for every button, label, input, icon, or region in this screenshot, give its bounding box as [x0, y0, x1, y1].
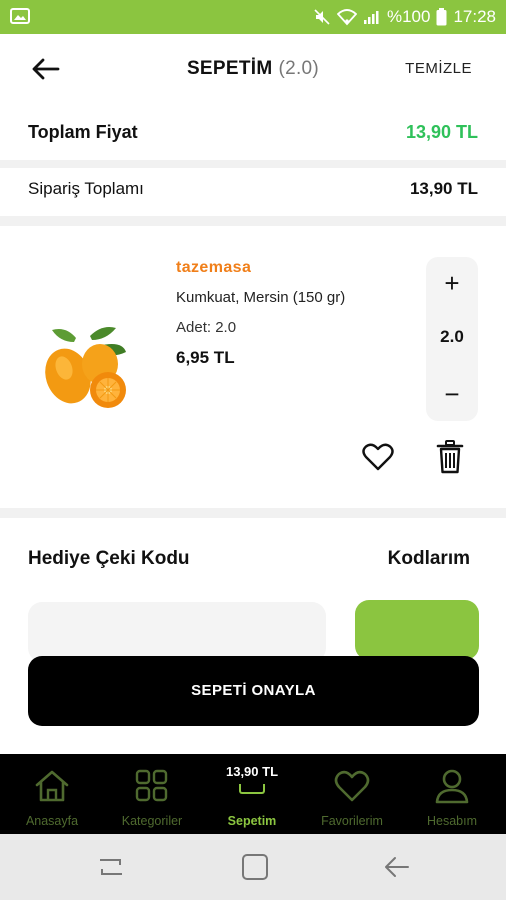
- confirm-cart-button[interactable]: SEPETİ ONAYLA: [28, 656, 479, 726]
- nav-item-favorites[interactable]: Favorilerim: [302, 762, 402, 830]
- page-title-text: SEPETİM: [186, 58, 273, 79]
- order-total-value: 13,90 TL: [409, 179, 478, 198]
- status-bar: %100 17:28: [0, 0, 506, 34]
- product-brand: tazemasa: [176, 259, 252, 276]
- bottom-navigation: Anasayfa Kategoriler 13,90 TL Sepetim Fa…: [0, 754, 506, 834]
- increase-quantity-button[interactable]: +: [426, 267, 478, 299]
- apply-gift-code-button[interactable]: [355, 600, 479, 660]
- cart-item: tazemasa Kumkuat, Mersin (150 gr) Adet: …: [0, 226, 506, 508]
- clear-cart-button[interactable]: TEMİZLE: [405, 60, 472, 77]
- divider: [0, 160, 506, 168]
- home-icon: [32, 766, 72, 806]
- quantity-value: 2.0: [440, 327, 464, 346]
- nav-item-categories[interactable]: Kategoriler: [102, 762, 202, 830]
- product-price: 6,95 TL: [176, 348, 235, 367]
- order-total-label: Sipariş Toplamı: [28, 179, 144, 198]
- battery-icon: [436, 8, 447, 26]
- clock: 17:28: [453, 7, 496, 26]
- divider: [0, 216, 506, 226]
- cart-count: (2.0): [278, 58, 320, 79]
- home-button-icon[interactable]: [240, 852, 270, 882]
- nav-label-favorites: Favorilerim: [321, 814, 383, 828]
- gift-code-label: Hediye Çeki Kodu: [28, 548, 190, 569]
- total-price-label: Toplam Fiyat: [28, 122, 138, 142]
- nav-item-cart[interactable]: 13,90 TL Sepetim: [202, 762, 302, 830]
- wifi-icon: [336, 8, 357, 26]
- nav-item-home[interactable]: Anasayfa: [2, 762, 102, 830]
- app-header: SEPETİM (2.0) TEMİZLE: [0, 34, 506, 104]
- nav-label-cart: Sepetim: [227, 814, 277, 828]
- total-price-row: Toplam Fiyat 13,90 TL: [0, 104, 506, 160]
- quantity-stepper: + 2.0 −: [426, 257, 478, 421]
- decrease-quantity-button[interactable]: −: [426, 379, 478, 411]
- system-back-icon[interactable]: [382, 852, 412, 882]
- gift-code-input[interactable]: [28, 602, 326, 662]
- nav-cart-amount: 13,90 TL: [225, 764, 279, 779]
- gallery-icon: [10, 8, 30, 24]
- mute-icon: [313, 8, 331, 26]
- order-total-row: Sipariş Toplamı 13,90 TL: [0, 168, 506, 216]
- nav-label-account: Hesabım: [426, 814, 478, 828]
- divider: [0, 508, 506, 518]
- product-image[interactable]: [38, 322, 134, 412]
- nav-label-home: Anasayfa: [25, 814, 79, 828]
- product-name[interactable]: Kumkuat, Mersin (150 gr): [176, 289, 345, 306]
- basket-icon: [239, 784, 265, 794]
- recent-apps-icon[interactable]: [96, 852, 126, 882]
- signal-icon: [363, 9, 381, 25]
- my-codes-link[interactable]: Kodlarım: [388, 548, 470, 570]
- nav-item-account[interactable]: Hesabım: [402, 762, 502, 830]
- heart-icon: [332, 766, 372, 806]
- user-icon: [432, 766, 472, 806]
- system-navigation-bar: [0, 834, 506, 900]
- grid-icon: [132, 766, 172, 806]
- battery-percentage: %100: [386, 7, 431, 26]
- product-quantity: Adet: 2.0: [176, 319, 237, 336]
- total-price-value: 13,90 TL: [405, 122, 478, 142]
- nav-label-categories: Kategoriler: [121, 814, 183, 828]
- favorite-heart-icon[interactable]: [362, 442, 394, 472]
- delete-trash-icon[interactable]: [436, 440, 464, 474]
